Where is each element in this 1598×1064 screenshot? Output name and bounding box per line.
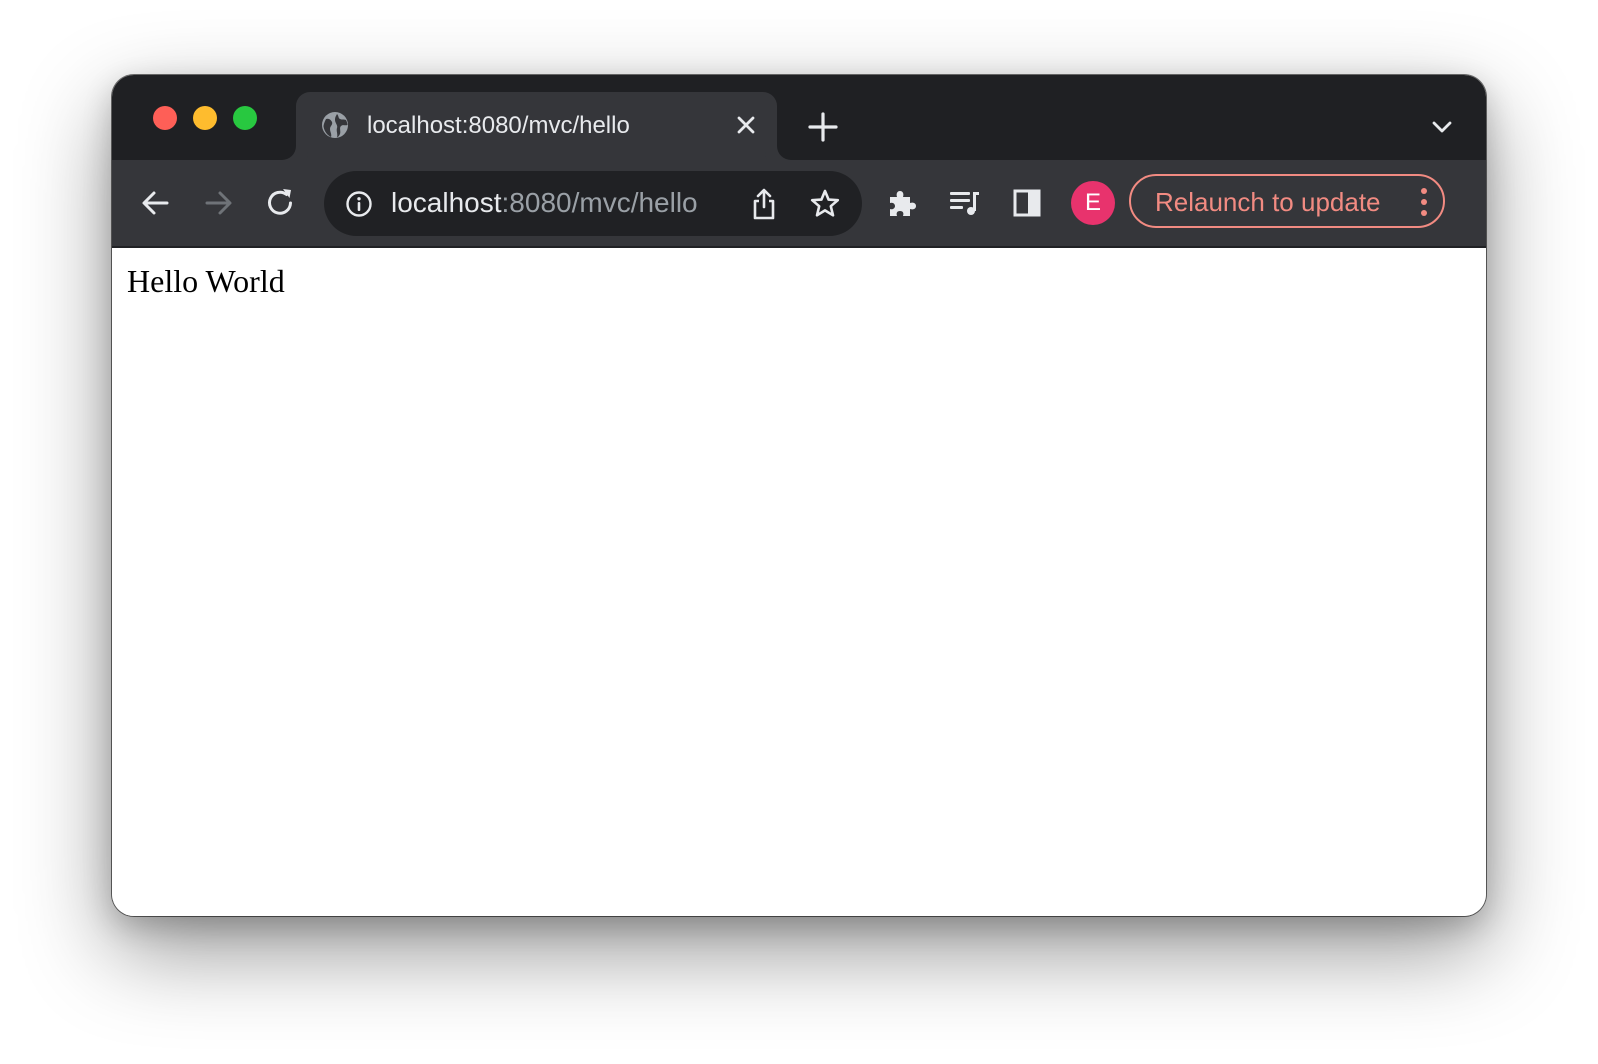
media-controls-icon[interactable] [946, 185, 982, 221]
window-maximize-button[interactable] [233, 106, 257, 130]
tab-strip: localhost:8080/mvc/hello [112, 75, 1486, 160]
url-text[interactable]: localhost:8080/mvc/hello [391, 185, 698, 221]
tab-title: localhost:8080/mvc/hello [367, 112, 630, 139]
globe-icon [322, 112, 348, 138]
new-tab-button[interactable] [805, 109, 841, 145]
reload-icon[interactable] [262, 185, 298, 221]
toolbar: localhost:8080/mvc/hello E Relaunch to u… [112, 160, 1486, 248]
page-body-text: Hello World [127, 263, 285, 299]
kebab-menu-icon[interactable] [1419, 187, 1429, 217]
browser-window: localhost:8080/mvc/hello localhost:8080/… [112, 75, 1486, 916]
url-host: localhost [391, 187, 502, 218]
relaunch-to-update-button[interactable]: Relaunch to update [1129, 174, 1445, 228]
share-icon[interactable] [748, 187, 780, 221]
profile-avatar[interactable]: E [1071, 181, 1115, 225]
star-icon[interactable] [809, 188, 841, 220]
close-icon[interactable] [733, 112, 759, 138]
side-panel-icon[interactable] [1009, 185, 1045, 221]
chevron-down-icon[interactable] [1428, 113, 1456, 141]
window-close-button[interactable] [153, 106, 177, 130]
extensions-icon[interactable] [884, 185, 920, 221]
desktop: localhost:8080/mvc/hello localhost:8080/… [0, 0, 1598, 1064]
back-arrow-icon[interactable] [138, 185, 174, 221]
info-icon[interactable] [345, 190, 373, 218]
window-minimize-button[interactable] [193, 106, 217, 130]
url-path: :8080/mvc/hello [501, 187, 698, 218]
page-content: Hello World [112, 248, 1486, 916]
tab-active[interactable]: localhost:8080/mvc/hello [296, 92, 777, 160]
address-bar[interactable]: localhost:8080/mvc/hello [324, 171, 862, 236]
forward-arrow-icon[interactable] [200, 185, 236, 221]
relaunch-label: Relaunch to update [1155, 187, 1381, 217]
